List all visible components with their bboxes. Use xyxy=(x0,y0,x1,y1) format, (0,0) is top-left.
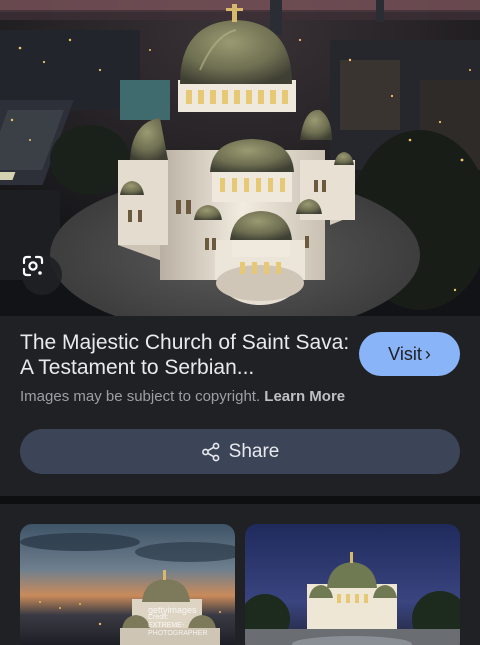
google-lens-button[interactable] xyxy=(22,255,62,295)
google-lens-icon xyxy=(22,255,44,277)
watermark: gettyimages Credit: EXTREME-PHOTOGRAPHER xyxy=(148,606,235,638)
church-night-photo xyxy=(245,524,460,645)
share-button[interactable]: Share xyxy=(20,429,460,474)
main-image[interactable] xyxy=(0,0,480,316)
section-divider xyxy=(0,496,480,504)
copyright-notice: Images may be subject to copyright. Lear… xyxy=(20,388,345,405)
image-viewer: The Majestic Church of Saint Sava: A Tes… xyxy=(0,0,480,645)
watermark-credit: Credit: xyxy=(148,614,169,621)
church-photo xyxy=(0,0,480,316)
chevron-right-icon: › xyxy=(424,343,431,364)
watermark-author: EXTREME-PHOTOGRAPHER xyxy=(148,622,208,637)
related-image-thumbnail[interactable] xyxy=(245,524,460,645)
visit-label: Visit xyxy=(388,343,422,364)
related-images: gettyimages Credit: EXTREME-PHOTOGRAPHER xyxy=(0,504,480,645)
result-info-panel: The Majestic Church of Saint Sava: A Tes… xyxy=(0,316,480,496)
share-icon xyxy=(201,442,220,461)
watermark-brand: gettyimages xyxy=(148,605,197,615)
related-image-thumbnail[interactable]: gettyimages Credit: EXTREME-PHOTOGRAPHER xyxy=(20,524,235,645)
learn-more-link[interactable]: Learn More xyxy=(264,388,345,405)
share-label: Share xyxy=(228,440,280,462)
copyright-text: Images may be subject to copyright. xyxy=(20,388,261,405)
visit-button[interactable]: Visit › xyxy=(359,332,460,376)
result-title[interactable]: The Majestic Church of Saint Sava: A Tes… xyxy=(20,330,350,380)
